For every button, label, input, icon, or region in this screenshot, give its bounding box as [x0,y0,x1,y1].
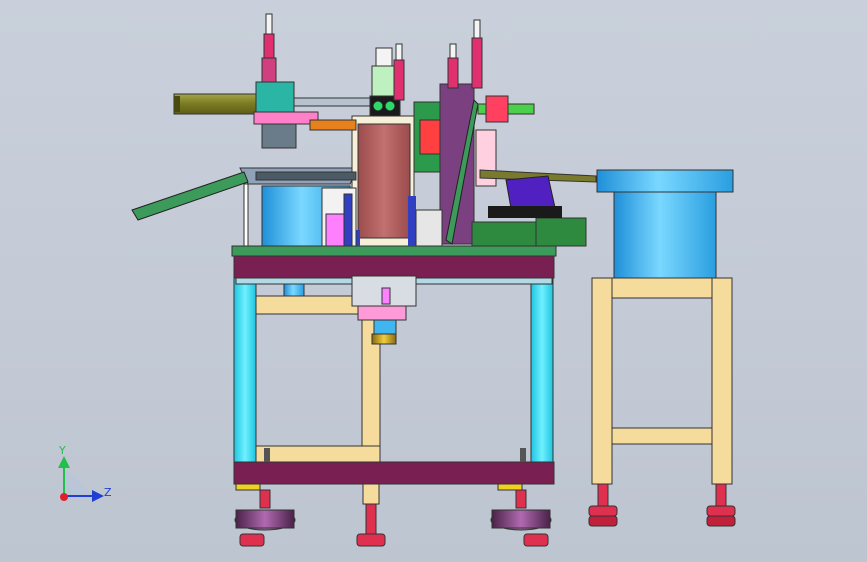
triad-y-label: Y [58,444,66,457]
cad-viewport[interactable]: Y Z [0,0,867,562]
axis-triad: Y Z [58,444,112,502]
triad-z-arrow [92,490,104,502]
triad-y-arrow [58,456,70,468]
triad-plane [64,468,94,496]
triad-origin [60,493,68,501]
triad-z-label: Z [104,486,112,499]
